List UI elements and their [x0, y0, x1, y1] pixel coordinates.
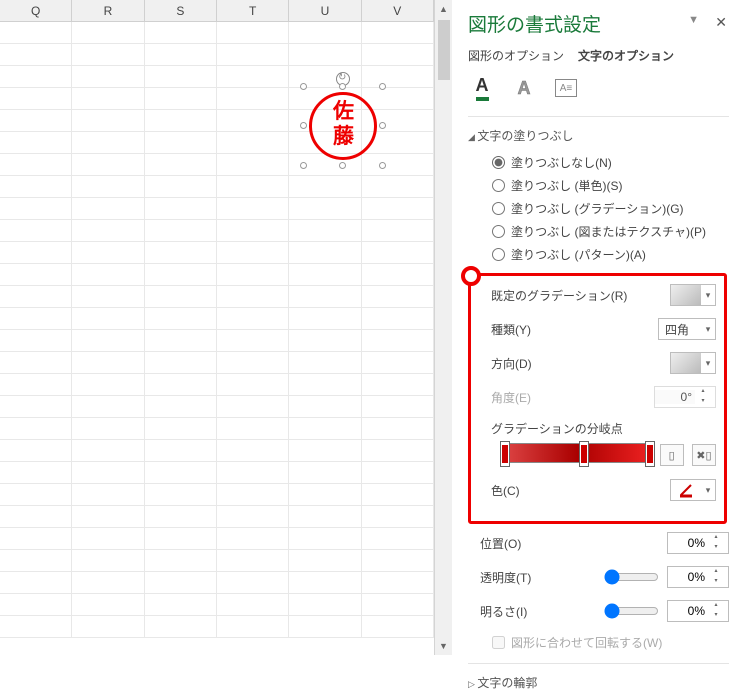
resize-handle[interactable]: [300, 83, 307, 90]
preset-gradient-dropdown[interactable]: ▾: [670, 284, 716, 306]
gradient-stop[interactable]: [500, 441, 510, 467]
spreadsheet-area[interactable]: Q R S T U V 佐: [0, 0, 435, 655]
remove-stop-button[interactable]: ✖▯: [692, 444, 716, 466]
resize-handle[interactable]: [379, 162, 386, 169]
label-position: 位置(O): [480, 535, 521, 552]
rotate-with-shape-checkbox: 図形に合わせて回転する(W): [468, 634, 729, 651]
gradient-stops-slider[interactable]: [503, 443, 652, 463]
scrollbar-thumb[interactable]: [438, 20, 450, 80]
section-text-fill[interactable]: 文字の塗りつぶし: [468, 127, 729, 144]
label-type: 種類(Y): [491, 321, 531, 338]
highlighted-region: 既定のグラデーション(R) ▾ 種類(Y) 四角▾ 方向(D) ▾ 角度(E) …: [468, 273, 727, 524]
panel-options-icon[interactable]: ▼: [688, 14, 699, 26]
scroll-down-icon[interactable]: ▼: [435, 637, 452, 655]
radio-pattern-fill[interactable]: 塗りつぶし (パターン)(A): [492, 246, 729, 263]
brightness-slider[interactable]: [604, 603, 659, 619]
vertical-scrollbar[interactable]: ▲ ▼: [434, 0, 452, 655]
resize-handle[interactable]: [379, 83, 386, 90]
label-direction: 方向(D): [491, 355, 532, 372]
col-header[interactable]: V: [362, 0, 434, 21]
transparency-spinner[interactable]: ▴▾: [667, 566, 729, 588]
angle-spinner: ▴▾: [654, 386, 716, 408]
column-headers: Q R S T U V: [0, 0, 434, 22]
col-header[interactable]: T: [217, 0, 289, 21]
resize-handle[interactable]: [300, 162, 307, 169]
col-header[interactable]: Q: [0, 0, 72, 21]
radio-gradient-fill[interactable]: 塗りつぶし (グラデーション)(G): [492, 200, 729, 217]
stamp-shape[interactable]: 佐藤: [303, 86, 383, 166]
text-effects-icon[interactable]: A: [510, 74, 538, 102]
annotation-marker-icon: [461, 266, 481, 286]
gradient-stop[interactable]: [645, 441, 655, 467]
resize-handle[interactable]: [339, 162, 346, 169]
section-text-outline[interactable]: 文字の輪郭: [468, 674, 729, 691]
radio-picture-fill[interactable]: 塗りつぶし (図またはテクスチャ)(P): [492, 223, 729, 240]
resize-handle[interactable]: [379, 122, 386, 129]
type-dropdown[interactable]: 四角▾: [658, 318, 716, 340]
label-transparency: 透明度(T): [480, 569, 531, 586]
radio-no-fill[interactable]: 塗りつぶしなし(N): [492, 154, 729, 171]
stamp-text[interactable]: 佐藤: [303, 99, 383, 149]
label-angle: 角度(E): [491, 389, 531, 406]
textbox-icon[interactable]: A≡: [552, 74, 580, 102]
scroll-up-icon[interactable]: ▲: [435, 0, 452, 18]
gradient-stop[interactable]: [579, 441, 589, 467]
tab-shape-options[interactable]: 図形のオプション: [468, 47, 564, 64]
label-gradient-stops: グラデーションの分岐点: [479, 420, 716, 437]
tab-text-options[interactable]: 文字のオプション: [578, 47, 674, 64]
resize-handle[interactable]: [339, 83, 346, 90]
label-preset-gradients: 既定のグラデーション(R): [491, 287, 627, 304]
col-header[interactable]: R: [72, 0, 144, 21]
format-shape-panel: ▼ ✕ 図形の書式設定 図形のオプション 文字のオプション A A A≡ 文字の…: [456, 0, 739, 655]
color-dropdown[interactable]: ▾: [670, 479, 716, 501]
label-color: 色(C): [491, 482, 520, 499]
close-icon[interactable]: ✕: [715, 14, 727, 31]
text-fill-outline-icon[interactable]: A: [468, 74, 496, 102]
label-brightness: 明るさ(I): [480, 603, 527, 620]
add-stop-button[interactable]: ▯: [660, 444, 684, 466]
col-header[interactable]: U: [289, 0, 361, 21]
radio-solid-fill[interactable]: 塗りつぶし (単色)(S): [492, 177, 729, 194]
position-spinner[interactable]: ▴▾: [667, 532, 729, 554]
brightness-spinner[interactable]: ▴▾: [667, 600, 729, 622]
direction-dropdown[interactable]: ▾: [670, 352, 716, 374]
col-header[interactable]: S: [145, 0, 217, 21]
resize-handle[interactable]: [300, 122, 307, 129]
transparency-slider[interactable]: [604, 569, 659, 585]
